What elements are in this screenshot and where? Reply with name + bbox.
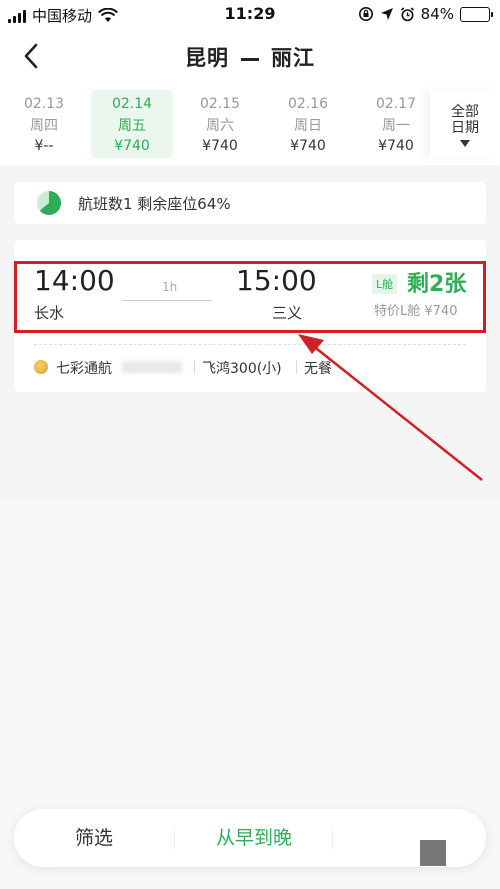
- duration-line: [122, 300, 212, 301]
- separator: [194, 360, 195, 374]
- separator: [332, 827, 333, 849]
- route-dash-icon: [241, 57, 259, 61]
- rotation-lock-icon: [358, 7, 373, 21]
- all-dates-line1: 全部: [451, 104, 479, 120]
- alarm-icon: [400, 6, 414, 21]
- destination-city: 丽江: [271, 46, 315, 70]
- battery-percent: 84%: [420, 5, 454, 23]
- date-tab-0213[interactable]: 02.13 周四 ¥--: [3, 90, 85, 158]
- airline-name: 七彩通航: [56, 361, 112, 377]
- date-label: 02.15: [199, 96, 241, 112]
- date-tabs: 02.13 周四 ¥-- 02.14 周五 ¥740 02.15 周六 ¥740…: [0, 90, 430, 158]
- all-dates-label: 全部 日期: [430, 104, 500, 136]
- page: 中国移动 11:29 84% 昆明 丽江 02.13 周四 ¥-- 02.14 …: [0, 0, 500, 889]
- weekday-label: 周四: [30, 118, 58, 134]
- airline-logo-icon: [34, 360, 48, 374]
- origin-city: 昆明: [185, 46, 229, 70]
- date-price: ¥--: [34, 138, 54, 154]
- arrival-airport: 三义: [272, 304, 303, 322]
- weekday-label: 周一: [382, 118, 410, 134]
- date-price: ¥740: [202, 138, 238, 154]
- date-tab-0215[interactable]: 02.15 周六 ¥740: [179, 90, 261, 158]
- sort-early-to-late-button[interactable]: 从早到晚: [184, 809, 324, 867]
- filter-button[interactable]: 筛选: [34, 809, 154, 867]
- fare-label: 特价L舱 ¥740: [374, 304, 458, 319]
- departure-time: 14:00: [34, 264, 115, 297]
- nav-header: 昆明 丽江: [0, 28, 500, 84]
- battery-icon: [460, 6, 493, 22]
- departure-airport: 长水: [34, 304, 65, 322]
- weekday-label: 周五: [118, 118, 146, 134]
- aircraft-type: 飞鸿300(小): [202, 361, 282, 377]
- weekday-label: 周日: [294, 118, 322, 134]
- date-price: ¥740: [114, 138, 150, 154]
- flight-duration: 1h: [162, 280, 178, 294]
- all-dates-button[interactable]: 全部 日期: [430, 90, 500, 158]
- date-tab-0217[interactable]: 02.17 周一 ¥740: [355, 90, 437, 158]
- dropdown-triangle-icon: [460, 140, 470, 147]
- summary-text: 航班数1 剩余座位64%: [78, 195, 231, 213]
- date-tab-0214[interactable]: 02.14 周五 ¥740: [91, 90, 173, 158]
- separator: [296, 360, 297, 374]
- location-icon: [380, 8, 393, 20]
- card-divider: [34, 344, 466, 345]
- status-right: 84%: [358, 5, 493, 23]
- date-tab-0216[interactable]: 02.16 周日 ¥740: [267, 90, 349, 158]
- all-dates-line2: 日期: [451, 120, 479, 136]
- arrival-time: 15:00: [236, 264, 317, 297]
- route-title: 昆明 丽江: [0, 42, 500, 72]
- pie-chart-icon: [37, 191, 61, 215]
- date-label: 02.13: [23, 96, 65, 112]
- date-label: 02.16: [287, 96, 329, 112]
- date-price: ¥740: [290, 138, 326, 154]
- separator: [174, 827, 175, 849]
- date-price: ¥740: [378, 138, 414, 154]
- status-bar: 中国移动 11:29 84%: [0, 0, 500, 28]
- seats-left: 剩2张: [407, 272, 467, 297]
- flight-summary: 航班数1 剩余座位64%: [14, 182, 486, 224]
- date-label: 02.14: [111, 96, 153, 112]
- weekday-label: 周六: [206, 118, 234, 134]
- meal-info: 无餐: [304, 361, 332, 377]
- date-label: 02.17: [375, 96, 417, 112]
- bottom-toolbar: 筛选 从早到晚: [14, 809, 486, 867]
- flight-card[interactable]: 14:00 长水 1h 15:00 三义 L舱 剩2张 特价L舱 ¥740 七彩…: [14, 240, 486, 392]
- overlay-block: [420, 840, 446, 866]
- cabin-badge: L舱: [372, 274, 398, 294]
- flight-number-redacted: [122, 361, 182, 373]
